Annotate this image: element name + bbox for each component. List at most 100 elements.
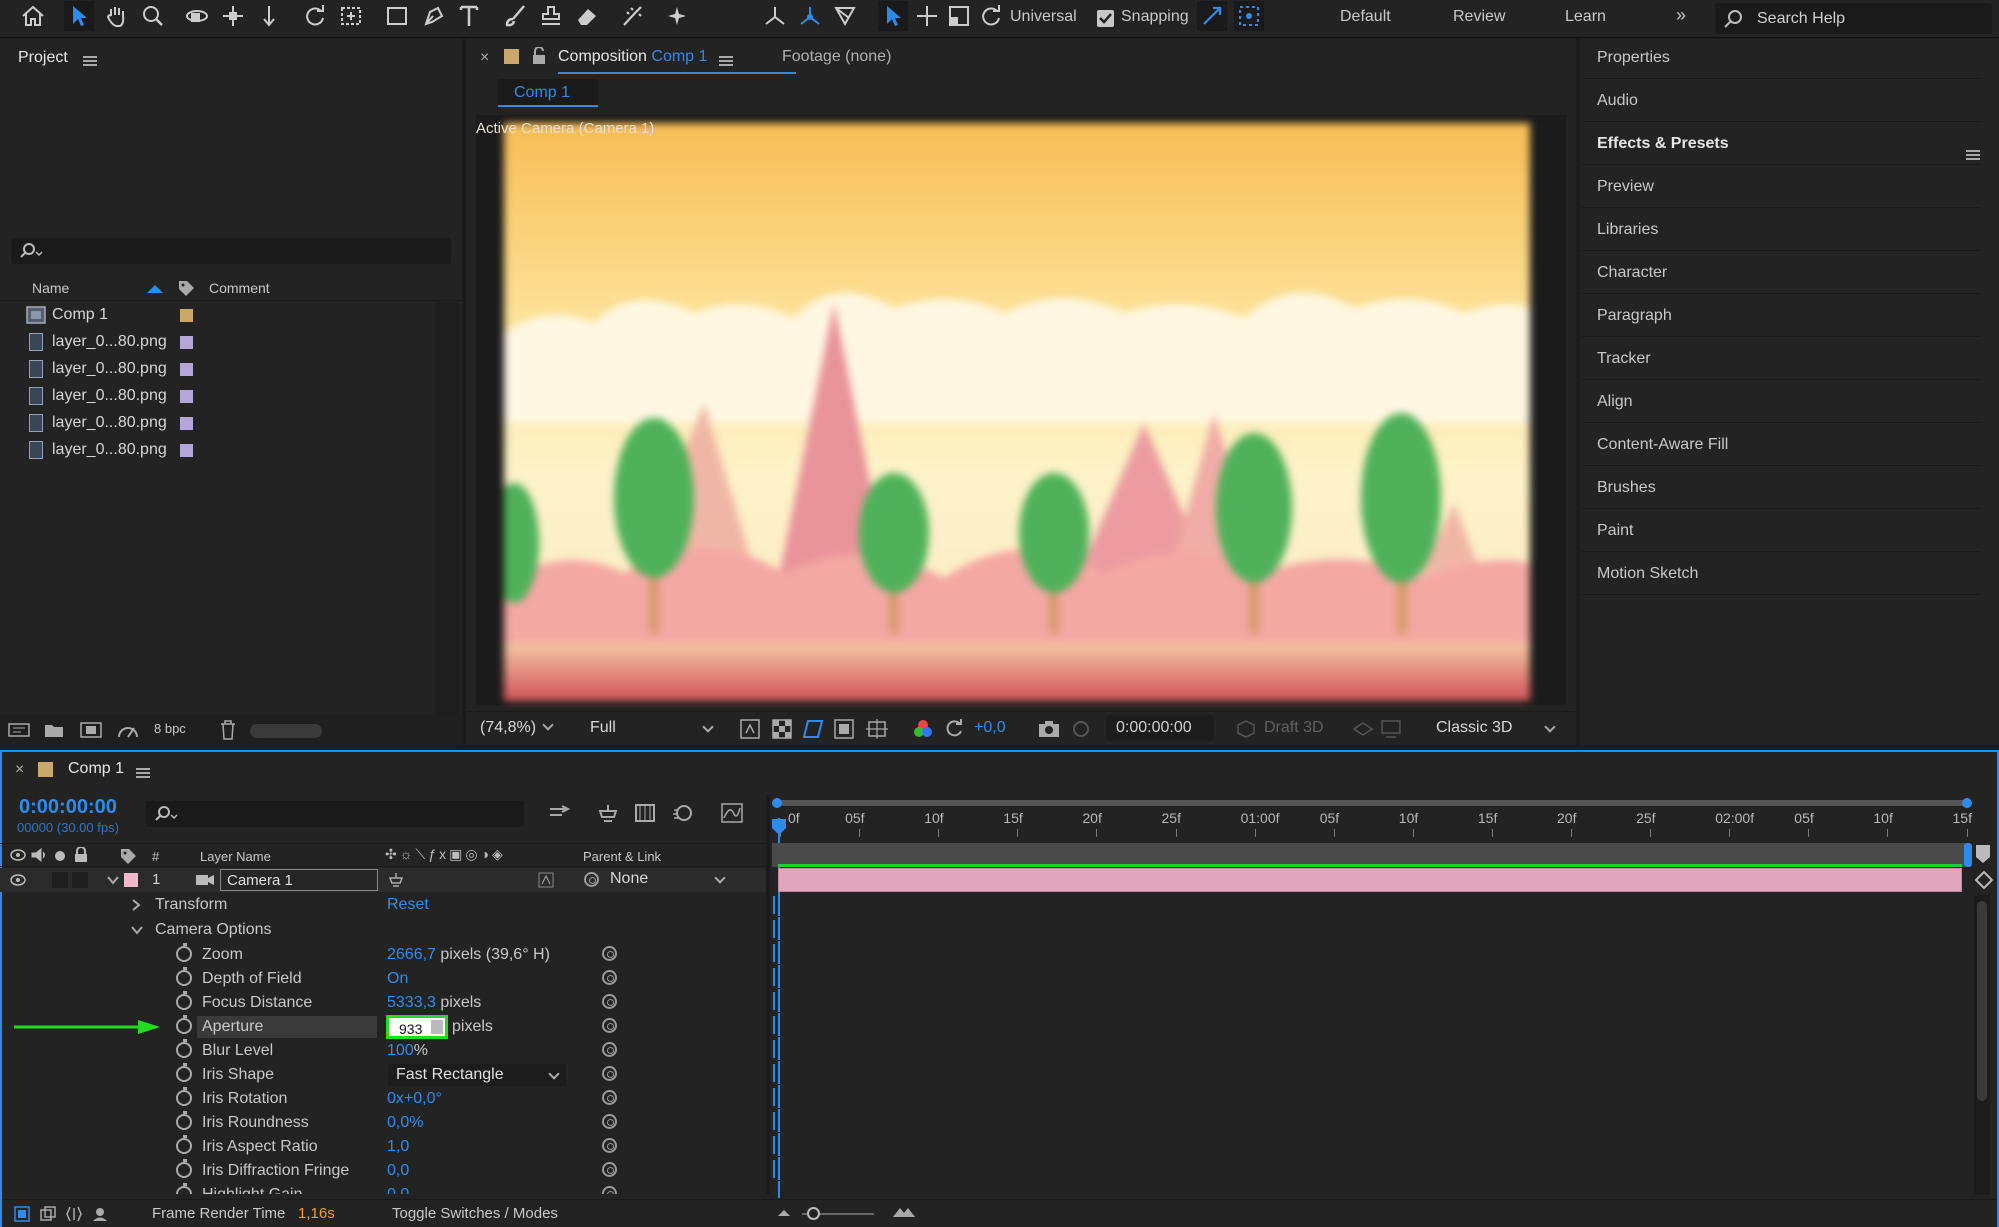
- panel-audio[interactable]: Audio: [1582, 80, 1980, 122]
- layer-name-header[interactable]: Layer Name: [200, 849, 271, 864]
- label-color-swatch[interactable]: [180, 309, 193, 322]
- bit-depth-label[interactable]: 8 bpc: [154, 721, 186, 736]
- stopwatch-icon[interactable]: [176, 991, 192, 1010]
- work-area-end-handle[interactable]: [1962, 798, 1972, 808]
- expression-pickwhip-icon[interactable]: [602, 1042, 617, 1057]
- aperture-edit-field[interactable]: 933: [386, 1015, 448, 1039]
- color-channels-icon[interactable]: [912, 719, 934, 739]
- 3d-rotate-icon[interactable]: [976, 1, 1006, 31]
- pen-tool-icon[interactable]: [418, 1, 448, 31]
- timeline-timecode[interactable]: 0:00:00:00: [19, 796, 117, 819]
- footage-tab[interactable]: Footage (none): [782, 48, 891, 66]
- time-ruler[interactable]: 0f 05f 10f 15f 20f 25f 01:00f 05f 10f 15f 20f 25f 02…: [770, 810, 1972, 840]
- shy-layers-icon[interactable]: [596, 803, 620, 823]
- eraser-tool-icon[interactable]: [572, 1, 602, 31]
- comp-marker-bin-icon[interactable]: [1974, 843, 1996, 867]
- show-snapshot-icon[interactable]: [1070, 719, 1092, 739]
- property-row-iris-diffraction-fringe[interactable]: Iris Diffraction Fringe 0,0: [0, 1159, 766, 1183]
- local-axis-icon[interactable]: [760, 1, 790, 31]
- stopwatch-icon[interactable]: [176, 1183, 192, 1194]
- timeline-track-row[interactable]: [770, 1037, 1964, 1061]
- pan-camera-icon[interactable]: [218, 1, 248, 31]
- timeline-track-row[interactable]: [770, 965, 1964, 989]
- 3d-layer-icon[interactable]: [538, 872, 554, 888]
- expression-pickwhip-icon[interactable]: [602, 1066, 617, 1081]
- mask-visibility-icon[interactable]: [802, 719, 824, 739]
- camera-layer-duration-bar[interactable]: [778, 868, 1962, 892]
- audio-switch-icon[interactable]: [31, 848, 47, 862]
- timeline-zoom-handle[interactable]: [807, 1207, 820, 1220]
- dolly-camera-icon[interactable]: [254, 1, 284, 31]
- parent-link-header[interactable]: Parent & Link: [583, 849, 661, 864]
- lock-icon[interactable]: [532, 47, 546, 65]
- label-color-swatch[interactable]: [180, 444, 193, 457]
- in-out-pane-icon[interactable]: [66, 1206, 82, 1222]
- expression-pickwhip-icon[interactable]: [602, 1138, 617, 1153]
- frame-blending-icon[interactable]: [634, 803, 656, 823]
- project-item-file[interactable]: layer_0...80.png: [0, 383, 460, 410]
- keyframe-marker[interactable]: [773, 1112, 778, 1130]
- stopwatch-icon[interactable]: [176, 943, 192, 962]
- keyframe-marker[interactable]: [773, 1016, 778, 1034]
- transform-group-row[interactable]: Transform Reset: [0, 893, 766, 917]
- label-color-swatch[interactable]: [180, 390, 193, 403]
- property-row-iris-shape[interactable]: Iris Shape Fast Rectangle: [0, 1063, 766, 1087]
- label-tag-icon[interactable]: [177, 279, 195, 297]
- new-composition-icon[interactable]: [80, 721, 102, 739]
- stopwatch-icon[interactable]: [176, 1087, 192, 1106]
- toggle-switches-modes-button[interactable]: Toggle Switches / Modes: [392, 1205, 558, 1222]
- property-value[interactable]: On: [387, 970, 408, 987]
- stopwatch-icon[interactable]: [176, 1159, 192, 1178]
- home-icon[interactable]: [18, 1, 48, 31]
- workspace-learn[interactable]: Learn: [1565, 8, 1606, 26]
- timeline-track-row[interactable]: [770, 941, 1964, 965]
- thumbnail-size-slider[interactable]: [250, 724, 322, 738]
- label-color-swatch[interactable]: [180, 417, 193, 430]
- property-row-blur-level[interactable]: Blur Level 100%: [0, 1039, 766, 1063]
- zoom-in-icon[interactable]: [892, 1205, 916, 1219]
- zoom-tool-icon[interactable]: [138, 1, 168, 31]
- layer-name-field[interactable]: Camera 1: [220, 869, 378, 891]
- iris-shape-dropdown[interactable]: Fast Rectangle: [388, 1064, 566, 1086]
- brush-tool-icon[interactable]: [500, 1, 530, 31]
- property-row-iris-rotation[interactable]: Iris Rotation 0x+0,0°: [0, 1087, 766, 1111]
- keyframe-marker[interactable]: [773, 1160, 778, 1178]
- transparency-grid-icon[interactable]: [772, 719, 792, 739]
- sort-ascending-icon[interactable]: [147, 285, 163, 293]
- panel-paint[interactable]: Paint: [1582, 510, 1980, 552]
- shy-switch-icon[interactable]: [388, 872, 404, 888]
- property-value[interactable]: 0,0%: [387, 1114, 423, 1131]
- expand-chevron-icon[interactable]: [107, 875, 119, 885]
- workspace-review[interactable]: Review: [1453, 8, 1505, 26]
- timeline-comp-tab[interactable]: Comp 1: [68, 760, 124, 778]
- reset-exposure-icon[interactable]: [944, 719, 964, 739]
- timeline-track-row[interactable]: [770, 1085, 1964, 1109]
- panel-character[interactable]: Character: [1582, 252, 1980, 294]
- adjust-settings-icon[interactable]: [116, 720, 140, 740]
- type-tool-icon[interactable]: [454, 1, 484, 31]
- composition-menu-icon[interactable]: [719, 56, 733, 66]
- renderer-dropdown[interactable]: Classic 3D: [1436, 719, 1560, 737]
- property-row-highlight-gain[interactable]: Highlight Gain 0,0: [0, 1183, 766, 1194]
- layer-row-camera[interactable]: 1 Camera 1 None: [0, 868, 766, 892]
- property-row-zoom[interactable]: Zoom 2666,7 pixels (39,6° H): [0, 943, 766, 967]
- more-workspaces-icon[interactable]: »: [1676, 5, 1686, 26]
- transfer-controls-icon[interactable]: [40, 1206, 56, 1222]
- expression-pickwhip-icon[interactable]: [602, 946, 617, 961]
- snapping-label[interactable]: Snapping: [1121, 8, 1189, 26]
- property-row-iris-roundness[interactable]: Iris Roundness 0,0%: [0, 1111, 766, 1135]
- graph-editor-icon[interactable]: [720, 802, 744, 824]
- layer-visibility-icon[interactable]: [10, 874, 26, 886]
- ground-plane-icon[interactable]: [1380, 719, 1402, 739]
- timeline-track-row[interactable]: [770, 1013, 1964, 1037]
- rotation-tool-icon[interactable]: [300, 1, 330, 31]
- orbit-camera-icon[interactable]: [182, 1, 212, 31]
- property-value[interactable]: 100: [387, 1042, 414, 1059]
- magnification-dropdown[interactable]: (74,8%): [480, 719, 554, 737]
- layer-label-swatch[interactable]: [124, 873, 138, 887]
- property-row-depth-of-field[interactable]: Depth of Field On: [0, 967, 766, 991]
- motion-blur-icon[interactable]: [672, 803, 694, 823]
- project-menu-icon[interactable]: [83, 56, 97, 66]
- panel-align[interactable]: Align: [1582, 381, 1980, 423]
- 3d-move-icon[interactable]: [912, 1, 942, 31]
